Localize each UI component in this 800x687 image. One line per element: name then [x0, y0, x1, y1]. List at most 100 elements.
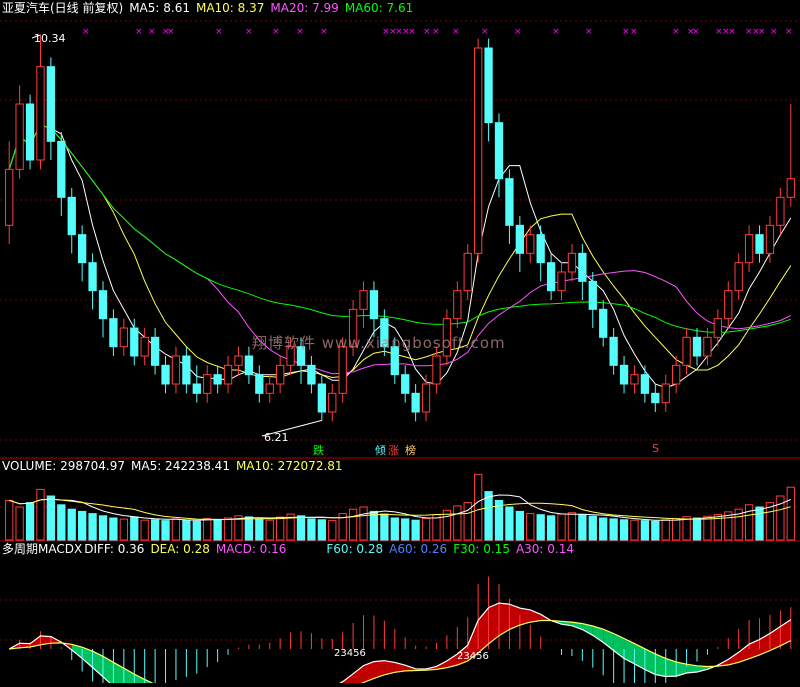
- top-marker: ×: [552, 27, 560, 37]
- candle-body: [36, 66, 45, 161]
- candle-body: [578, 252, 587, 282]
- top-marker: ×: [514, 27, 522, 37]
- volume-bar: [36, 488, 45, 541]
- candle-body: [244, 355, 254, 376]
- volume-bar: [401, 518, 410, 541]
- macd-title: 多周期MACDX: [2, 542, 83, 556]
- candle-body: [432, 355, 441, 385]
- f30-readout: F30: 0.15: [453, 542, 510, 556]
- volume-ma10-readout: MA10: 272072.81: [235, 459, 343, 473]
- diff-readout: DIFF: 0.36: [84, 542, 145, 556]
- top-marker: ×: [770, 27, 778, 37]
- volume-bar: [453, 505, 462, 541]
- volume-bar: [46, 495, 56, 541]
- top-marker: ×: [135, 27, 143, 37]
- candle-body: [265, 383, 274, 394]
- ma20-readout: MA20: 7.99: [270, 1, 339, 15]
- candle-body: [130, 327, 139, 357]
- top-marker: ×: [408, 27, 416, 37]
- candle-body: [776, 196, 785, 226]
- volume-bar: [651, 520, 660, 541]
- volume-bar: [567, 512, 577, 541]
- volume-bar: [276, 516, 285, 541]
- candle-body: [401, 374, 410, 394]
- volume-bar: [661, 519, 670, 541]
- candle-body: [661, 383, 670, 404]
- candle-body: [234, 355, 243, 366]
- candle-body: [223, 364, 233, 385]
- candle-body: [724, 290, 733, 320]
- macd-readout: MACD: 0.16: [215, 542, 287, 556]
- top-marker: ×: [481, 27, 489, 37]
- candle-body: [15, 103, 24, 170]
- volume-bar: [692, 517, 702, 541]
- volume-bar: [67, 508, 76, 541]
- signal-die: 跌: [313, 444, 324, 457]
- volume-bar: [672, 517, 681, 541]
- signal-qing: 倾: [375, 444, 386, 457]
- top-marker: ×: [452, 27, 460, 37]
- candle-body: [755, 234, 764, 254]
- volume-bar: [98, 515, 108, 541]
- volume-bar: [182, 519, 191, 541]
- candle-body: [682, 336, 691, 366]
- volume-bar: [244, 516, 254, 541]
- volume-bar: [88, 513, 97, 541]
- volume-bar: [369, 510, 379, 541]
- macd-header: 多周期MACDX DIFF: 0.36 DEA: 0.28 MACD: 0.16 F60…: [2, 541, 580, 557]
- top-marker: ×: [432, 27, 440, 37]
- volume-bar: [255, 518, 264, 541]
- candle-body: [453, 290, 462, 320]
- candle-body: [78, 234, 87, 264]
- volume-bar: [359, 506, 368, 541]
- top-marker: ×: [728, 27, 736, 37]
- volume-bar: [5, 499, 14, 541]
- volume-bar: [15, 506, 24, 541]
- candle-body: [213, 374, 222, 385]
- volume-bar: [307, 518, 316, 541]
- macd-band: [123, 668, 135, 687]
- dea-readout: DEA: 0.28: [150, 542, 210, 556]
- candle-body: [255, 374, 264, 394]
- candle-body: [692, 336, 702, 357]
- volume-bar: [380, 513, 389, 541]
- watermark: 翔博软件 www.xiangbosoft.com: [252, 334, 506, 352]
- volume-bar: [588, 515, 597, 541]
- volume-bar: [140, 519, 149, 541]
- candle-body: [140, 336, 149, 357]
- candle-body: [276, 364, 285, 385]
- volume-bar: [421, 517, 431, 541]
- candle-body: [609, 336, 618, 366]
- volume-bar: [599, 517, 608, 541]
- top-marker: ×: [585, 27, 593, 37]
- candle-body: [171, 355, 181, 385]
- low-label: 6.21: [264, 431, 289, 444]
- top-marker: ×: [622, 27, 630, 37]
- volume-bar: [296, 515, 306, 541]
- volume-bar: [317, 519, 326, 541]
- volume-bar: [390, 517, 399, 541]
- candle-body: [765, 224, 775, 254]
- volume-bar: [765, 502, 775, 541]
- volume-bar: [328, 520, 337, 541]
- volume-bar: [526, 513, 535, 541]
- volume-bar: [546, 515, 556, 541]
- macd-label-b: 23456: [457, 651, 489, 662]
- candle-body: [411, 392, 420, 413]
- volume-bar: [223, 517, 233, 541]
- candle-body: [150, 336, 160, 366]
- candle-body: [494, 122, 504, 180]
- volume-bar: [786, 486, 795, 541]
- candle-body: [588, 280, 597, 310]
- signal-zhang: 涨: [388, 444, 399, 457]
- volume-readout: VOLUME: 298704.97: [2, 459, 125, 473]
- volume-bar: [192, 520, 201, 541]
- volume-bar: [171, 518, 181, 541]
- top-marker: ×: [692, 27, 700, 37]
- top-marker: ×: [272, 27, 280, 37]
- high-label: 10.34: [34, 32, 66, 45]
- candle-body: [651, 392, 660, 404]
- volume-bar: [265, 519, 274, 541]
- candle-body: [734, 262, 743, 292]
- candle-body: [317, 383, 326, 413]
